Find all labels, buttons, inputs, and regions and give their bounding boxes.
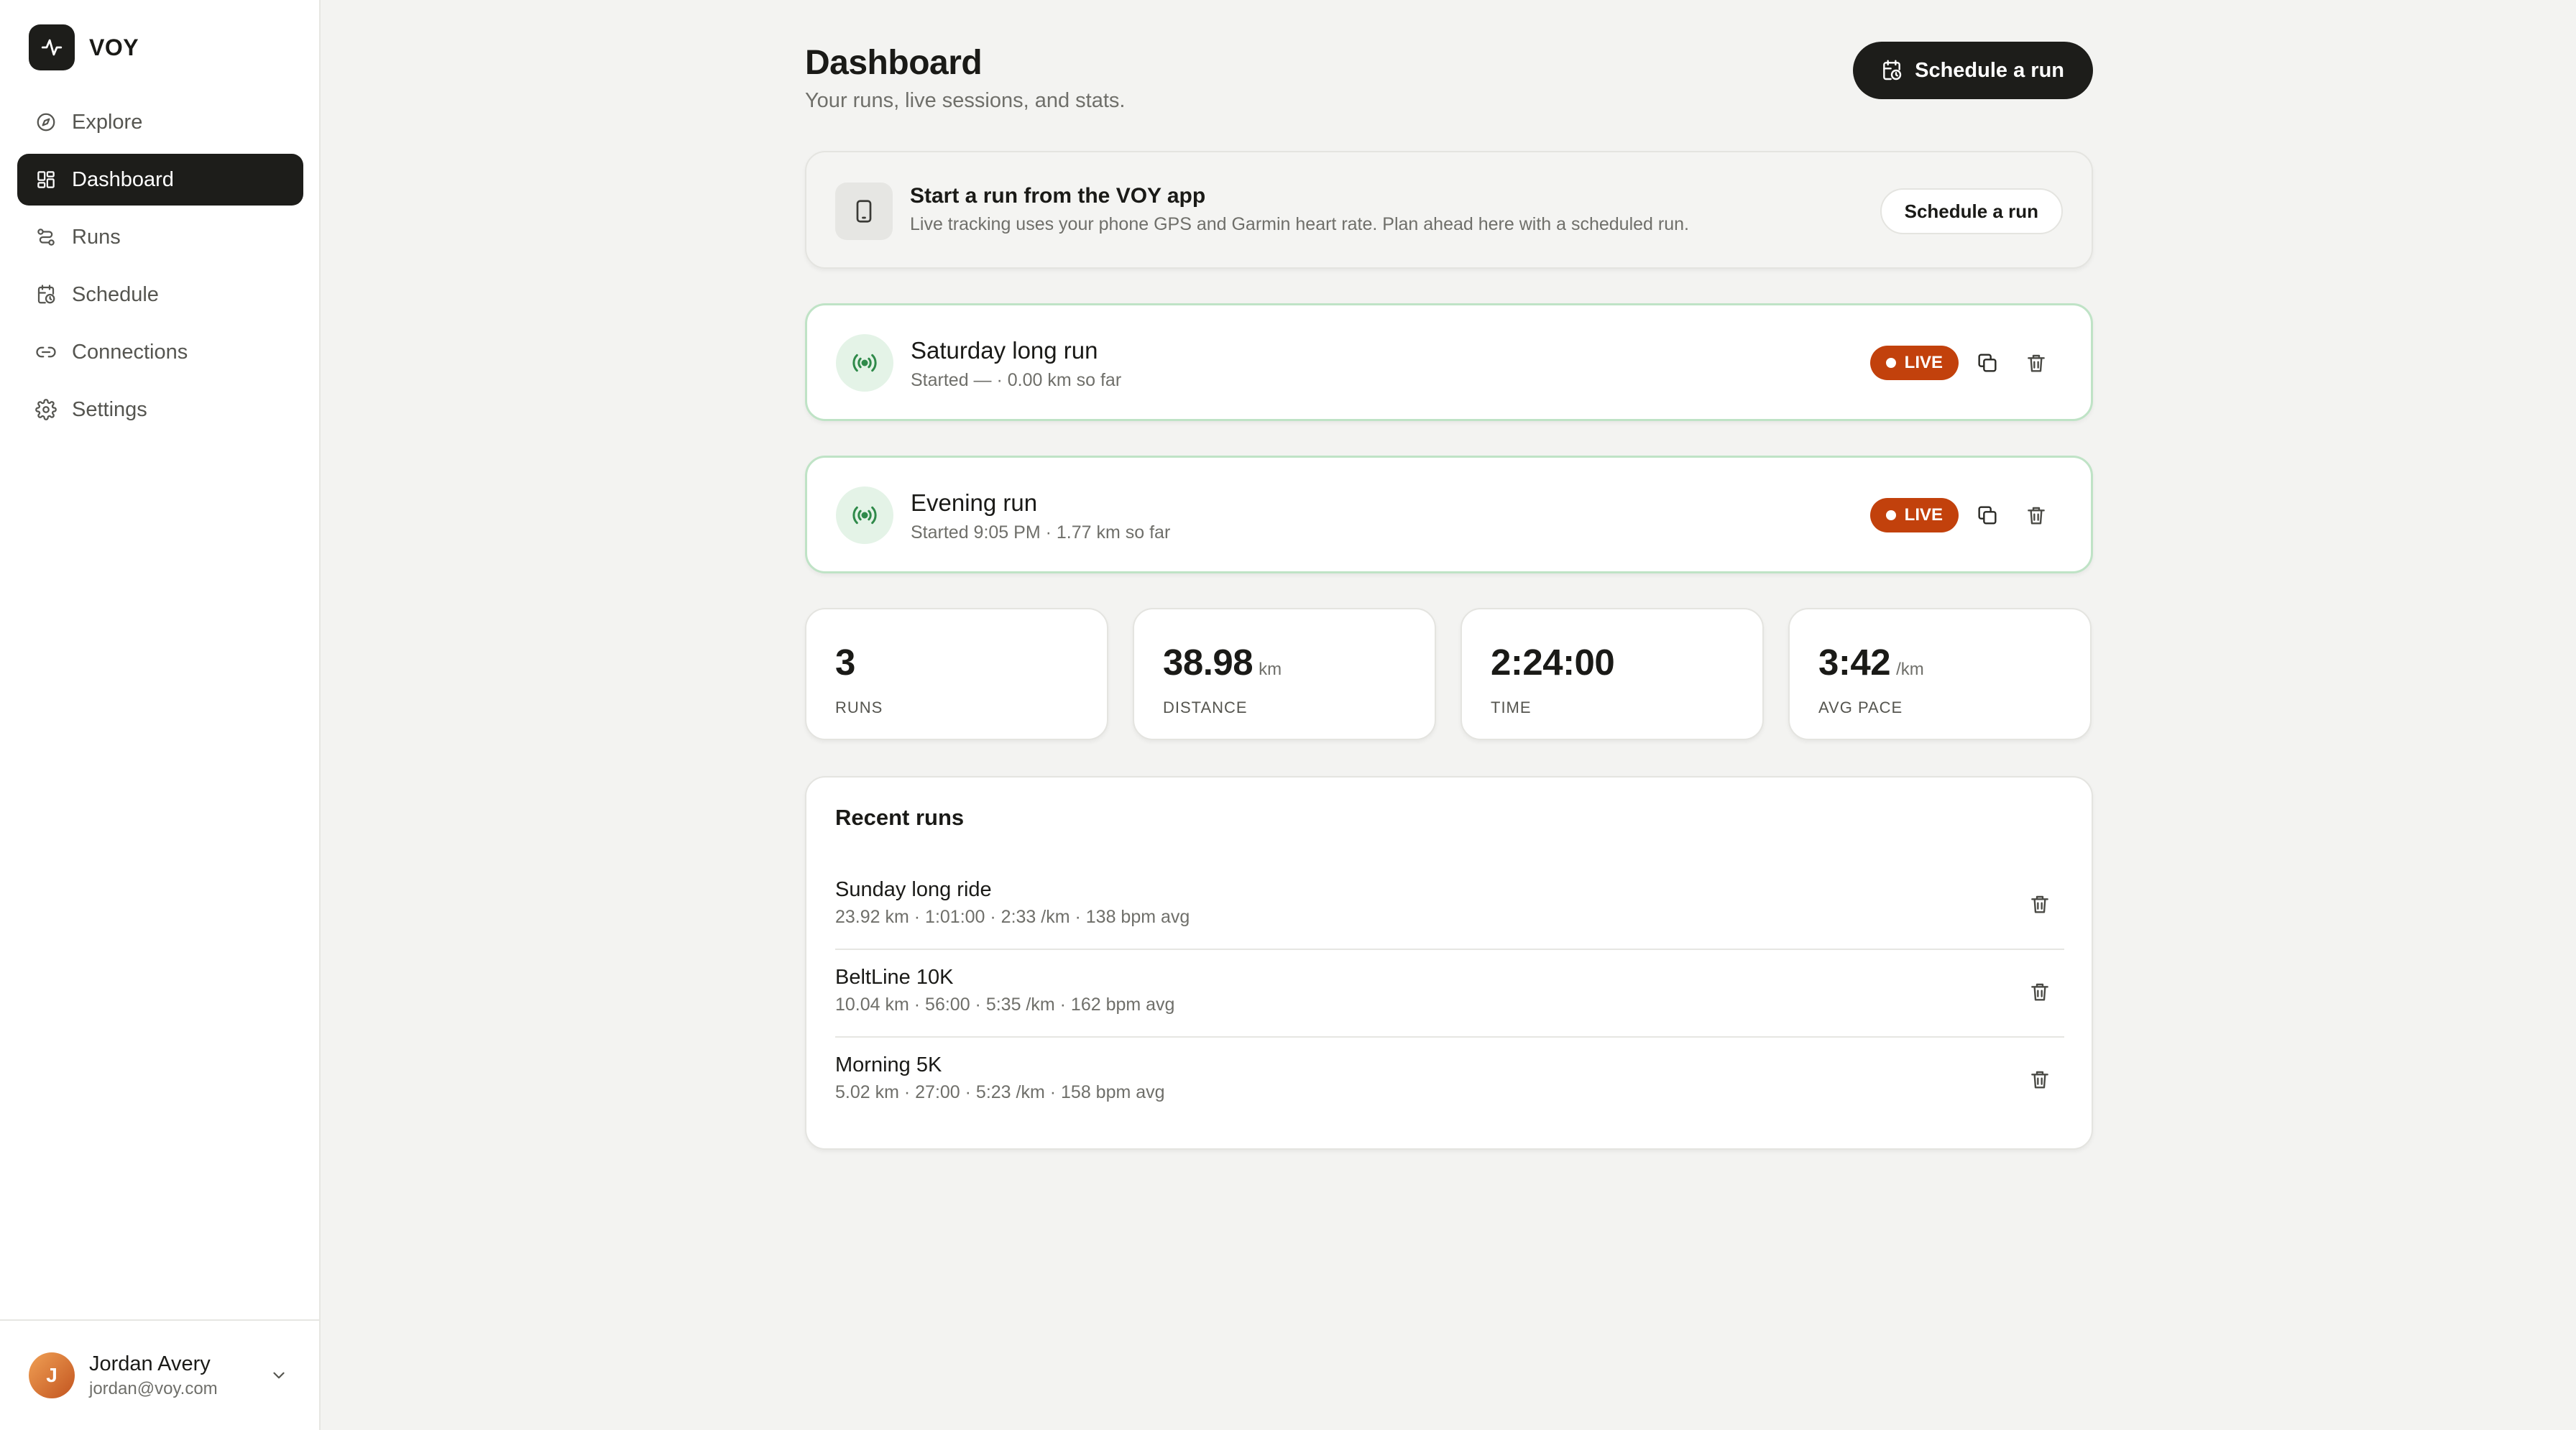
sidebar-item-label: Connections <box>72 340 188 364</box>
live-session-card[interactable]: Evening run Started 9:05 PM · 1.77 km so… <box>805 456 2093 573</box>
chevron-down-icon[interactable] <box>267 1364 290 1387</box>
stat-label: RUNS <box>835 698 883 716</box>
link-icon <box>34 341 58 364</box>
stat-value: 2:24:00 <box>1491 642 1615 683</box>
sidebar-item-schedule[interactable]: Schedule <box>17 269 303 320</box>
brand[interactable]: VOY <box>29 24 139 70</box>
live-badge-label: LIVE <box>1904 353 1943 372</box>
trash-icon[interactable] <box>2023 1062 2057 1097</box>
sidebar-item-label: Dashboard <box>72 167 174 191</box>
gear-icon <box>34 398 58 421</box>
recent-runs-card: Recent runs Sunday long ride 23.92 km · … <box>805 776 2093 1150</box>
compass-icon <box>34 111 58 134</box>
stat-value: 38.98 km <box>1163 642 1282 683</box>
trash-icon[interactable] <box>2019 346 2053 380</box>
copy-icon[interactable] <box>1970 498 2005 532</box>
sidebar-item-label: Settings <box>72 397 147 421</box>
activity-pulse-icon <box>29 24 75 70</box>
run-name: BeltLine 10K <box>835 966 954 989</box>
stat-label: AVG PACE <box>1818 698 1903 716</box>
user-menu[interactable]: J Jordan Avery jordan@voy.com <box>0 1319 319 1430</box>
trash-icon[interactable] <box>2023 887 2057 921</box>
smartphone-icon <box>835 183 893 240</box>
schedule-run-button[interactable]: Schedule a run <box>1853 42 2093 99</box>
live-session-meta: Started 9:05 PM · 1.77 km so far <box>911 522 1171 543</box>
schedule-run-label: Schedule a run <box>1915 58 2064 82</box>
calendar-clock-icon <box>1880 59 1903 82</box>
run-name: Morning 5K <box>835 1053 942 1076</box>
live-badge-label: LIVE <box>1904 505 1943 525</box>
user-info: Jordan Avery jordan@voy.com <box>89 1352 267 1399</box>
run-list: Sunday long ride 23.92 km · 1:01:00 · 2:… <box>835 862 2064 1125</box>
broadcast-icon <box>836 334 893 392</box>
page-subtitle: Your runs, live sessions, and stats. <box>805 89 1126 112</box>
app-banner-title: Start a run from the VOY app <box>910 184 1206 208</box>
live-session-title: Evening run <box>911 489 1038 516</box>
run-name: Sunday long ride <box>835 878 992 901</box>
grid-icon <box>34 168 58 191</box>
list-item[interactable]: Morning 5K 5.02 km · 27:00 · 5:23 /km · … <box>835 1038 2064 1125</box>
sidebar-item-runs[interactable]: Runs <box>17 211 303 263</box>
copy-icon[interactable] <box>1970 346 2005 380</box>
live-badge: LIVE <box>1869 498 1959 532</box>
sidebar-item-label: Runs <box>72 225 121 249</box>
live-session-meta: Started — · 0.00 km so far <box>911 370 1122 390</box>
live-session-card[interactable]: Saturday long run Started — · 0.00 km so… <box>805 303 2093 421</box>
page-title: Dashboard <box>805 44 983 82</box>
sidebar-item-connections[interactable]: Connections <box>17 326 303 378</box>
app-banner: Start a run from the VOY app Live tracki… <box>805 151 2093 269</box>
app-banner-description: Live tracking uses your phone GPS and Ga… <box>910 214 1689 234</box>
list-item[interactable]: BeltLine 10K 10.04 km · 56:00 · 5:35 /km… <box>835 950 2064 1038</box>
stat-card-distance: 38.98 km DISTANCE <box>1133 608 1436 740</box>
stat-label: DISTANCE <box>1163 698 1248 716</box>
recent-runs-title: Recent runs <box>835 805 965 830</box>
brand-name: VOY <box>89 34 139 60</box>
user-email: jordan@voy.com <box>89 1378 218 1398</box>
trash-icon[interactable] <box>2023 974 2057 1009</box>
stat-value: 3:42/km <box>1818 642 1924 683</box>
live-dot <box>1885 510 1896 520</box>
avatar: J <box>29 1352 75 1398</box>
sidebar-item-label: Explore <box>72 110 143 134</box>
user-name: Jordan Avery <box>89 1352 211 1375</box>
sidebar-item-settings[interactable]: Settings <box>17 384 303 435</box>
stat-value: 3 <box>835 642 855 683</box>
sidebar: VOY Explore Dashboard Runs Schedule Conn… <box>0 0 321 1430</box>
run-meta: 23.92 km · 1:01:00 · 2:33 /km · 138 bpm … <box>835 907 1190 927</box>
live-session-title: Saturday long run <box>911 337 1098 364</box>
stat-card-time: 2:24:00 TIME <box>1460 608 1764 740</box>
stat-card-runs: 3 RUNS <box>805 608 1108 740</box>
calendar-clock-icon <box>34 283 58 306</box>
banner-schedule-run-button[interactable]: Schedule a run <box>1880 188 2063 234</box>
stat-label: TIME <box>1491 698 1532 716</box>
route-icon <box>34 226 58 249</box>
broadcast-icon <box>836 486 893 544</box>
sidebar-item-dashboard[interactable]: Dashboard <box>17 154 303 206</box>
run-meta: 5.02 km · 27:00 · 5:23 /km · 158 bpm avg <box>835 1082 1165 1102</box>
list-item[interactable]: Sunday long ride 23.92 km · 1:01:00 · 2:… <box>835 862 2064 950</box>
trash-icon[interactable] <box>2019 498 2053 532</box>
stat-card-avg-pace: 3:42/km AVG PACE <box>1788 608 2092 740</box>
sidebar-item-label: Schedule <box>72 282 159 306</box>
live-badge: LIVE <box>1869 346 1959 380</box>
sidebar-nav: Explore Dashboard Runs Schedule Connecti… <box>17 96 303 441</box>
sidebar-item-explore[interactable]: Explore <box>17 96 303 148</box>
run-meta: 10.04 km · 56:00 · 5:35 /km · 162 bpm av… <box>835 995 1175 1015</box>
live-dot <box>1885 358 1896 368</box>
